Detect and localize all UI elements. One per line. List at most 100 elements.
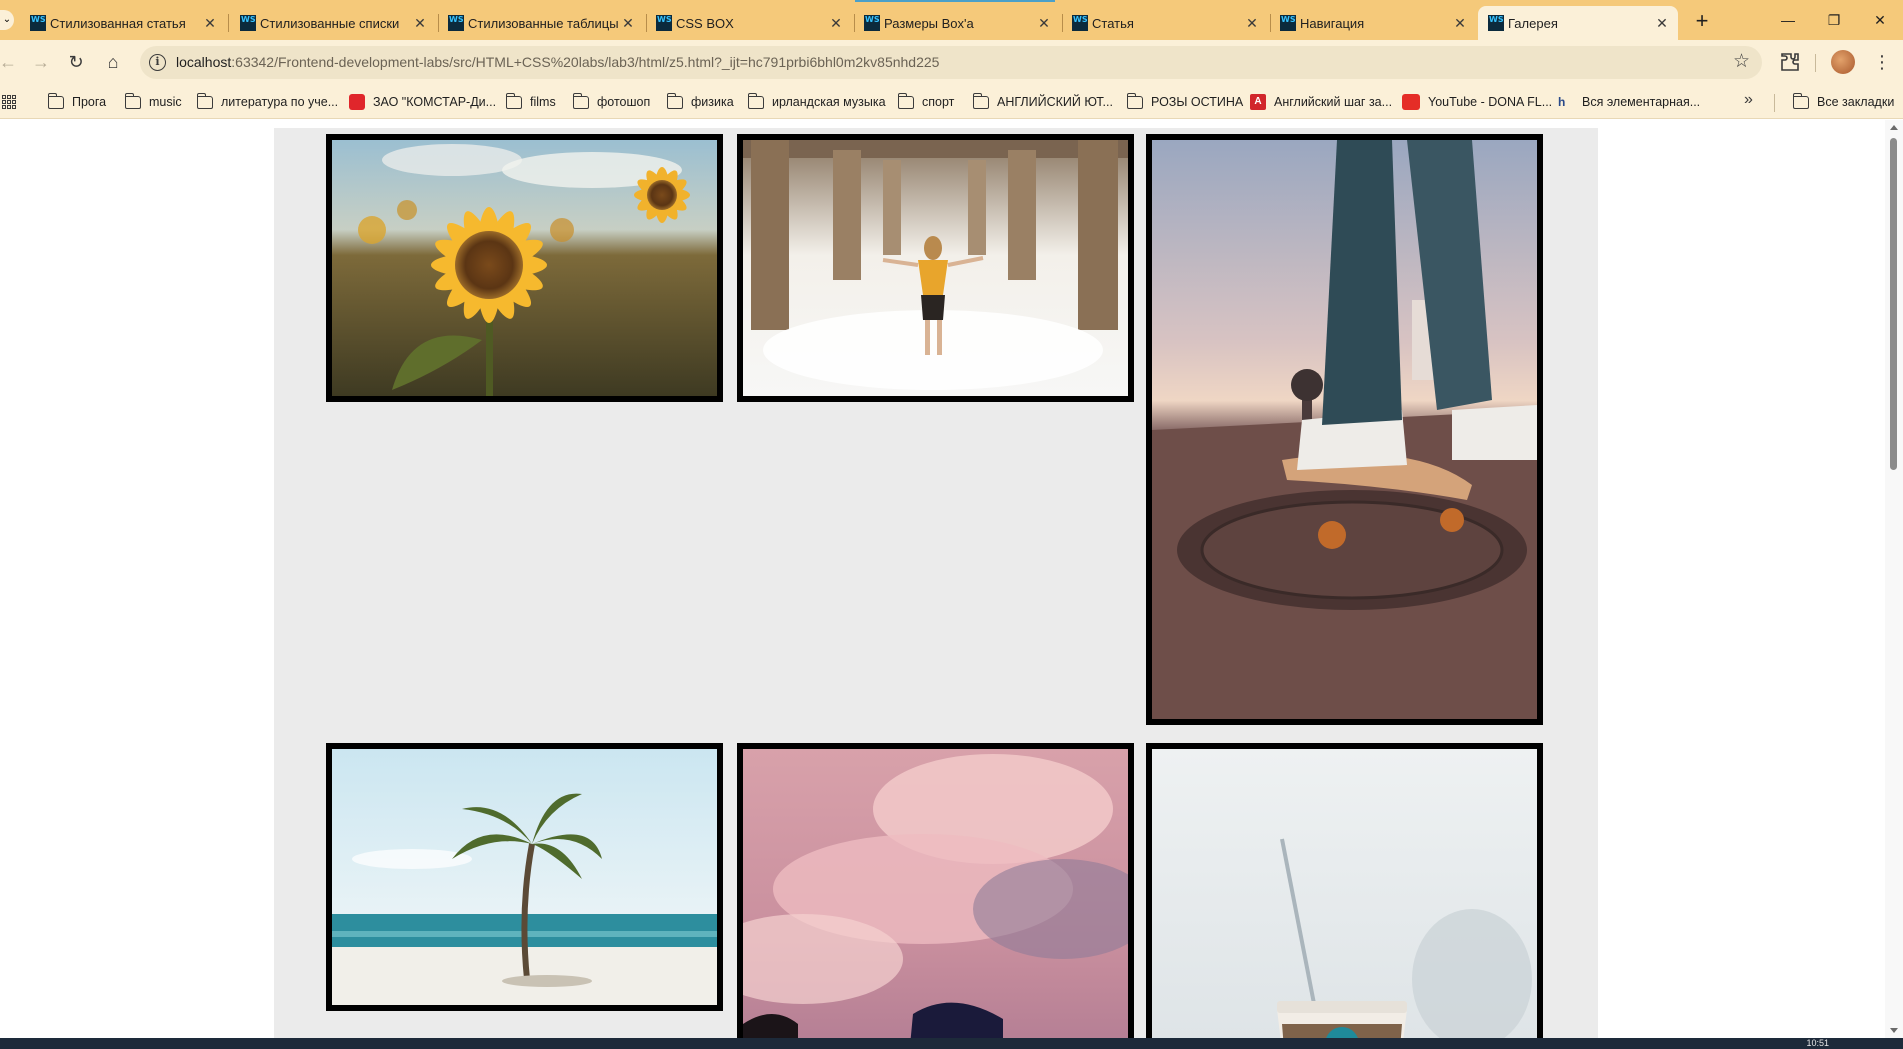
webstorm-icon: WS	[240, 15, 256, 31]
tab-label: Стилизованная статья	[50, 15, 186, 31]
bookmark-star-icon[interactable]: ☆	[1733, 50, 1750, 73]
red-badge-icon	[349, 94, 365, 110]
bookmark-label: Все закладки	[1817, 95, 1895, 109]
close-icon[interactable]: ✕	[202, 15, 218, 31]
bookmark-label: Прога	[72, 95, 107, 109]
bookmark-label: АНГЛИЙСКИЙ ЮТ...	[997, 95, 1113, 109]
site-info-icon[interactable]: i	[149, 54, 166, 71]
tab-search-chevron-icon[interactable]: ⌄	[0, 10, 14, 30]
folder-icon	[666, 92, 683, 109]
skateboard-photo	[1152, 140, 1537, 719]
bookmark-folder[interactable]: Прога	[47, 91, 107, 113]
folder-icon	[124, 92, 141, 109]
bookmark-folder[interactable]: АНГЛИЙСКИЙ ЮТ...	[972, 91, 1113, 113]
scrollbar-thumb[interactable]	[1890, 138, 1897, 470]
close-icon[interactable]: ✕	[1452, 15, 1468, 31]
tab-box-sizes[interactable]: WS Размеры Box'a ✕	[854, 6, 1060, 40]
webstorm-icon: WS	[864, 15, 880, 31]
gallery-image-skateboard[interactable]	[1146, 134, 1543, 725]
bookmark-label: music	[149, 95, 182, 109]
bookmark-label: ирландская музыка	[772, 95, 886, 109]
gallery-image-palm[interactable]	[326, 743, 723, 1011]
folder-icon	[897, 92, 914, 109]
close-window-button[interactable]: ✕	[1857, 0, 1903, 40]
tab-label: Стилизованные списки	[260, 15, 400, 31]
home-button[interactable]: ⌂	[99, 48, 127, 76]
hc-logo-icon: h	[1558, 95, 1566, 109]
webstorm-icon: WS	[448, 15, 464, 31]
forward-button[interactable]: →	[27, 48, 55, 76]
close-icon[interactable]: ✕	[1654, 15, 1670, 31]
minimize-button[interactable]: —	[1765, 0, 1811, 40]
bookmarks-divider	[1774, 94, 1775, 112]
bookmark-label: РОЗЫ ОСТИНА	[1151, 95, 1244, 109]
back-button[interactable]: ←	[0, 48, 22, 76]
url-text[interactable]: localhost:63342/Frontend-development-lab…	[176, 54, 939, 70]
bookmark-label: спорт	[922, 95, 955, 109]
gallery-image-coffee[interactable]	[1146, 743, 1543, 1038]
close-icon[interactable]: ✕	[1036, 15, 1052, 31]
close-icon[interactable]: ✕	[1244, 15, 1260, 31]
bookmark-folder[interactable]: физика	[666, 91, 734, 113]
gallery-image-clouds[interactable]	[737, 743, 1134, 1038]
taskbar-clock: 10:51	[1806, 1038, 1829, 1048]
gallery-image-sunflower[interactable]	[326, 134, 723, 402]
browser-toolbar: ← → ↻ ⌂ i localhost:63342/Frontend-devel…	[0, 40, 1903, 85]
scroll-down-arrow-icon[interactable]	[1890, 1028, 1898, 1033]
close-icon[interactable]: ✕	[412, 15, 428, 31]
address-bar[interactable]: i localhost:63342/Frontend-development-l…	[140, 46, 1762, 79]
restore-button[interactable]: ❐	[1811, 0, 1857, 40]
gallery-container	[274, 128, 1598, 1038]
folder-icon	[196, 92, 213, 109]
url-path: :63342/Frontend-development-labs/src/HTM…	[231, 54, 940, 70]
folder-icon	[972, 92, 989, 109]
extensions-icon[interactable]	[1778, 50, 1802, 74]
folder-icon	[1792, 92, 1809, 109]
vertical-scrollbar[interactable]	[1885, 120, 1903, 1038]
tab-article[interactable]: WS Статья ✕	[1062, 6, 1268, 40]
tab-label: Размеры Box'a	[884, 15, 974, 31]
tab-label: Навигация	[1300, 15, 1365, 31]
tab-navigation[interactable]: WS Навигация ✕	[1270, 6, 1476, 40]
bookmark-link[interactable]: ЗАО "КОМСТАР-Ди...	[349, 91, 496, 113]
tab-styled-article[interactable]: WS Стилизованная статья ✕	[20, 6, 226, 40]
bookmark-folder[interactable]: ирландская музыка	[747, 91, 886, 113]
folder-icon	[747, 92, 764, 109]
bookmark-label: литература по уче...	[221, 95, 339, 109]
bookmark-link[interactable]: h Вся элементарная...	[1558, 91, 1700, 113]
ab-logo-icon: A	[1250, 94, 1266, 110]
folder-icon	[47, 92, 64, 109]
pier-photo	[743, 140, 1128, 396]
tab-css-box[interactable]: WS CSS BOX ✕	[646, 6, 852, 40]
bookmarks-overflow-button[interactable]: »	[1744, 91, 1753, 109]
bookmark-folder[interactable]: спорт	[897, 91, 955, 113]
bookmark-label: films	[530, 95, 556, 109]
new-tab-button[interactable]: +	[1688, 8, 1716, 36]
apps-grid-icon[interactable]	[2, 95, 16, 109]
webstorm-icon: WS	[656, 15, 672, 31]
close-icon[interactable]: ✕	[828, 15, 844, 31]
bookmark-folder[interactable]: литература по уче...	[196, 91, 339, 113]
bookmark-folder[interactable]: РОЗЫ ОСТИНА	[1126, 91, 1244, 113]
sunflower-photo	[332, 140, 717, 396]
bookmark-link[interactable]: YouTube - DONA FL...	[1402, 91, 1552, 113]
bookmark-folder[interactable]: films	[505, 91, 556, 113]
browser-menu-icon[interactable]: ⋮	[1872, 48, 1892, 76]
bookmark-folder[interactable]: фотошоп	[572, 91, 651, 113]
tab-gallery[interactable]: WS Галерея ✕	[1478, 6, 1678, 40]
tab-loading-indicator	[855, 0, 1055, 2]
tab-styled-tables[interactable]: WS Стилизованные таблицы ✕	[438, 6, 644, 40]
close-icon[interactable]: ✕	[620, 15, 636, 31]
all-bookmarks-button[interactable]: Все закладки	[1792, 91, 1895, 113]
tab-styled-lists[interactable]: WS Стилизованные списки ✕	[230, 6, 436, 40]
os-taskbar: 10:51	[0, 1038, 1903, 1049]
bookmark-link[interactable]: A Английский шаг за...	[1250, 91, 1392, 113]
bookmark-folder[interactable]: music	[124, 91, 182, 113]
profile-avatar[interactable]	[1831, 50, 1855, 74]
tab-label: Стилизованные таблицы	[468, 15, 619, 31]
gallery-image-pier[interactable]	[737, 134, 1134, 402]
bookmark-label: фотошоп	[597, 95, 651, 109]
webstorm-icon: WS	[1488, 15, 1504, 31]
scroll-up-arrow-icon[interactable]	[1890, 125, 1898, 130]
reload-button[interactable]: ↻	[62, 48, 90, 76]
